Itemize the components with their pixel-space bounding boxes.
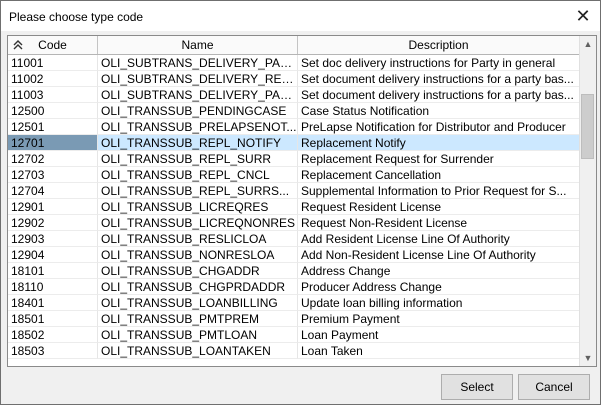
scroll-down-arrow-icon[interactable]: ▼	[580, 350, 596, 366]
table-row[interactable]: 12904 OLI_TRANSSUB_NONRESLOA Add Non-Resid…	[8, 247, 579, 263]
cell-name: OLI_TRANSSUB_PMTPREM	[98, 311, 298, 327]
cell-name: OLI_TRANSSUB_CHGADDR	[98, 263, 298, 279]
table-body: 11001 OLI_SUBTRANS_DELIVERY_PAR... Set doc…	[8, 55, 579, 366]
cell-description: Request Non-Resident License	[298, 215, 579, 231]
cell-name: OLI_TRANSSUB_PMTLOAN	[98, 327, 298, 343]
cell-name: OLI_TRANSSUB_NONRESLOA	[98, 247, 298, 263]
table-row[interactable]: 11002 OLI_SUBTRANS_DELIVERY_REL... Set doc…	[8, 71, 579, 87]
column-header-code-label: Code	[38, 38, 67, 52]
cell-code: 18501	[8, 311, 98, 327]
scroll-track[interactable]	[580, 52, 596, 350]
choose-type-code-dialog: Please choose type code ✕ Code Name Desc…	[0, 0, 601, 405]
type-code-table: Code Name Description 11001 OLI_SUBTRANS_…	[7, 35, 597, 367]
cell-name: OLI_SUBTRANS_DELIVERY_PAR...	[98, 87, 298, 103]
cell-code: 18503	[8, 343, 98, 359]
cell-code: 18401	[8, 295, 98, 311]
cell-name: OLI_TRANSSUB_LICREQNONRES	[98, 215, 298, 231]
table-row[interactable]: 11003 OLI_SUBTRANS_DELIVERY_PAR... Set doc…	[8, 87, 579, 103]
table-row[interactable]: 18501 OLI_TRANSSUB_PMTPREM Premium Payment	[8, 311, 579, 327]
cell-name: OLI_TRANSSUB_REPL_NOTIFY	[98, 135, 298, 151]
table-row[interactable]: 18110 OLI_TRANSSUB_CHGPRDADDR Producer Add…	[8, 279, 579, 295]
cell-description: Replacement Request for Surrender	[298, 151, 579, 167]
cell-code: 12501	[8, 119, 98, 135]
scroll-up-arrow-icon[interactable]: ▲	[580, 36, 596, 52]
cell-code: 18502	[8, 327, 98, 343]
table-row[interactable]: 12902 OLI_TRANSSUB_LICREQNONRES Request No…	[8, 215, 579, 231]
table-header: Code Name Description	[8, 36, 579, 55]
cancel-button[interactable]: Cancel	[518, 374, 590, 400]
cell-code: 11003	[8, 87, 98, 103]
cell-description: Producer Address Change	[298, 279, 579, 295]
cell-name: OLI_SUBTRANS_DELIVERY_PAR...	[98, 55, 298, 71]
cell-description: Request Resident License	[298, 199, 579, 215]
table-row[interactable]: 12903 OLI_TRANSSUB_RESLICLOA Add Resident …	[8, 231, 579, 247]
cell-description: Loan Taken	[298, 343, 579, 359]
double-chevron-up-icon	[13, 40, 23, 50]
cell-code: 11002	[8, 71, 98, 87]
cell-description: Update loan billing information	[298, 295, 579, 311]
cell-name: OLI_TRANSSUB_LICREQRES	[98, 199, 298, 215]
cell-description: Address Change	[298, 263, 579, 279]
column-header-name-label: Name	[181, 38, 214, 52]
cell-code: 12701	[8, 135, 98, 151]
table-row[interactable]: 18101 OLI_TRANSSUB_CHGADDR Address Change	[8, 263, 579, 279]
title-bar: Please choose type code ✕	[1, 1, 600, 31]
table-row[interactable]: 18503 OLI_TRANSSUB_LOANTAKEN Loan Taken	[8, 343, 579, 359]
cell-description: Premium Payment	[298, 311, 579, 327]
cell-code: 12902	[8, 215, 98, 231]
cell-code: 12904	[8, 247, 98, 263]
cell-description: Set document delivery instructions for a…	[298, 71, 579, 87]
cell-name: OLI_TRANSSUB_RESLICLOA	[98, 231, 298, 247]
cell-name: OLI_TRANSSUB_LOANTAKEN	[98, 343, 298, 359]
table-row[interactable]: 12901 OLI_TRANSSUB_LICREQRES Request Resid…	[8, 199, 579, 215]
cell-code: 12702	[8, 151, 98, 167]
cell-name: OLI_TRANSSUB_REPL_CNCL	[98, 167, 298, 183]
cell-code: 12901	[8, 199, 98, 215]
cell-description: Set doc delivery instructions for Party …	[298, 55, 579, 71]
table-row[interactable]: 12704 OLI_TRANSSUB_REPL_SURRS... Supplemen…	[8, 183, 579, 199]
cell-description: Add Resident License Line Of Authority	[298, 231, 579, 247]
table-row[interactable]: 18502 OLI_TRANSSUB_PMTLOAN Loan Payment	[8, 327, 579, 343]
cell-code: 12703	[8, 167, 98, 183]
column-header-description[interactable]: Description	[298, 36, 579, 54]
table-row[interactable]: 12702 OLI_TRANSSUB_REPL_SURR Replacement R…	[8, 151, 579, 167]
cell-code: 12704	[8, 183, 98, 199]
table-row[interactable]: 12501 OLI_TRANSSUB_PRELAPSENOT... PreLapse…	[8, 119, 579, 135]
cell-code: 18110	[8, 279, 98, 295]
scroll-thumb[interactable]	[581, 93, 594, 160]
table-row[interactable]: 12703 OLI_TRANSSUB_REPL_CNCL Replacement C…	[8, 167, 579, 183]
cell-description: PreLapse Notification for Distributor an…	[298, 119, 579, 135]
cell-name: OLI_TRANSSUB_REPL_SURR	[98, 151, 298, 167]
select-button[interactable]: Select	[441, 374, 513, 400]
cell-name: OLI_SUBTRANS_DELIVERY_REL...	[98, 71, 298, 87]
table-row[interactable]: 12701 OLI_TRANSSUB_REPL_NOTIFY Replacement…	[8, 135, 579, 151]
table-row[interactable]: 12500 OLI_TRANSSUB_PENDINGCASE Case Status…	[8, 103, 579, 119]
column-header-name[interactable]: Name	[98, 36, 298, 54]
table-row[interactable]: 11001 OLI_SUBTRANS_DELIVERY_PAR... Set doc…	[8, 55, 579, 71]
close-icon[interactable]: ✕	[566, 1, 600, 31]
cell-description: Add Non-Resident License Line Of Authori…	[298, 247, 579, 263]
cell-description: Replacement Cancellation	[298, 167, 579, 183]
cell-description: Case Status Notification	[298, 103, 579, 119]
cell-code: 12500	[8, 103, 98, 119]
cell-name: OLI_TRANSSUB_PENDINGCASE	[98, 103, 298, 119]
cell-description: Supplemental Information to Prior Reques…	[298, 183, 579, 199]
column-header-code[interactable]: Code	[8, 36, 98, 54]
cell-code: 11001	[8, 55, 98, 71]
cell-name: OLI_TRANSSUB_LOANBILLING	[98, 295, 298, 311]
column-header-description-label: Description	[408, 38, 469, 52]
vertical-scrollbar[interactable]: ▲ ▼	[579, 36, 596, 366]
cell-name: OLI_TRANSSUB_REPL_SURRS...	[98, 183, 298, 199]
cell-code: 12903	[8, 231, 98, 247]
dialog-title: Please choose type code	[9, 10, 144, 24]
cell-code: 18101	[8, 263, 98, 279]
cell-description: Replacement Notify	[298, 135, 579, 151]
cell-name: OLI_TRANSSUB_PRELAPSENOT...	[98, 119, 298, 135]
cell-description: Set document delivery instructions for a…	[298, 87, 579, 103]
cell-description: Loan Payment	[298, 327, 579, 343]
table-row[interactable]: 18401 OLI_TRANSSUB_LOANBILLING Update loan…	[8, 295, 579, 311]
cell-name: OLI_TRANSSUB_CHGPRDADDR	[98, 279, 298, 295]
